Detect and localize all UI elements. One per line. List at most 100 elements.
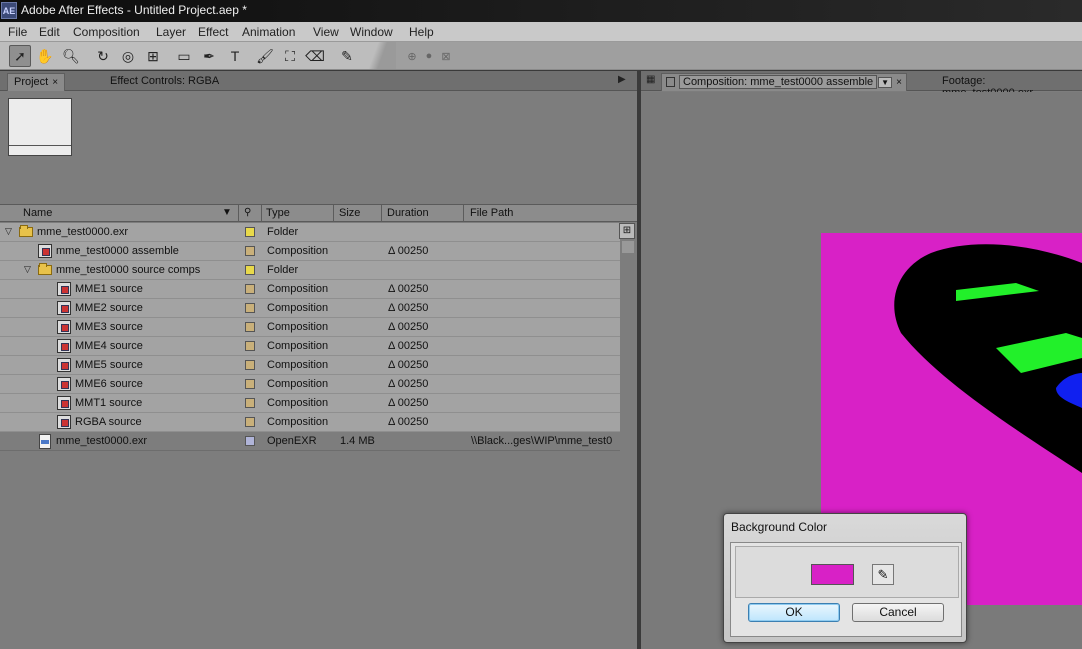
- table-row[interactable]: MME5 source Composition Δ 00250: [0, 356, 620, 375]
- type-tool-icon[interactable]: T: [224, 45, 246, 67]
- project-panel: Project × Effect Controls: RGBA ▶ Name ▼ …: [0, 71, 637, 649]
- item-duration: Δ 00250: [388, 340, 429, 352]
- item-name: MME3 source: [75, 321, 143, 333]
- puppet-pin-tool-icon[interactable]: ✎: [336, 45, 358, 67]
- project-table-header: Name ▼ ⚲ Type Size Duration File Path: [0, 204, 637, 222]
- lock-icon[interactable]: [666, 77, 675, 88]
- label-color-swatch[interactable]: [245, 436, 255, 446]
- table-row[interactable]: ▽ mme_test0000.exr Folder: [0, 223, 620, 242]
- eyedropper-icon[interactable]: ✎: [872, 564, 894, 585]
- menu-help[interactable]: Help: [409, 25, 434, 39]
- menu-effect[interactable]: Effect: [198, 25, 228, 39]
- cancel-button[interactable]: Cancel: [852, 603, 944, 622]
- expand-triangle-icon[interactable]: ▽: [5, 226, 12, 237]
- label-color-swatch[interactable]: [245, 398, 255, 408]
- grip-icon[interactable]: ▦: [646, 74, 655, 85]
- col-file-path[interactable]: File Path: [470, 207, 513, 219]
- tab-effect-controls[interactable]: Effect Controls: RGBA: [104, 73, 225, 91]
- table-row[interactable]: MME2 source Composition Δ 00250: [0, 299, 620, 318]
- item-type: Folder: [267, 226, 299, 238]
- label-color-swatch[interactable]: [245, 322, 255, 332]
- ok-button[interactable]: OK: [748, 603, 840, 622]
- item-name: MME1 source: [75, 283, 143, 295]
- selection-tool-icon[interactable]: ➚: [9, 45, 31, 67]
- col-type[interactable]: Type: [266, 207, 290, 219]
- exr-file-icon: [39, 434, 51, 449]
- composition-icon: [57, 320, 71, 334]
- label-color-swatch[interactable]: [245, 284, 255, 294]
- menu-file[interactable]: File: [8, 25, 27, 39]
- table-row[interactable]: RGBA source Composition Δ 00250: [0, 413, 620, 432]
- table-row[interactable]: mme_test0000.exr OpenEXR 1.4 MB \\Black.…: [0, 432, 620, 451]
- project-tab-bar: Project × Effect Controls: RGBA ▶: [0, 71, 637, 91]
- pen-tool-icon[interactable]: ✒: [198, 45, 220, 67]
- composition-icon: [57, 396, 71, 410]
- axis-mode-view-icon[interactable]: ⊠: [435, 45, 457, 67]
- composition-icon: [57, 377, 71, 391]
- zoom-tool-icon[interactable]: 🔍︎: [60, 45, 82, 67]
- tab-project[interactable]: Project ×: [7, 73, 66, 91]
- col-duration[interactable]: Duration: [387, 207, 429, 219]
- menu-composition[interactable]: Composition: [73, 25, 140, 39]
- rectangle-tool-icon[interactable]: ▭: [173, 45, 195, 67]
- label-color-swatch[interactable]: [245, 227, 255, 237]
- color-swatch[interactable]: [811, 564, 854, 585]
- item-name: mme_test0000.exr: [56, 435, 148, 447]
- item-duration: Δ 00250: [388, 321, 429, 333]
- label-color-swatch[interactable]: [245, 417, 255, 427]
- menu-layer[interactable]: Layer: [156, 25, 186, 39]
- close-icon[interactable]: ×: [52, 77, 58, 88]
- item-type: Composition: [267, 378, 329, 390]
- pan-behind-tool-icon[interactable]: ⊞: [142, 45, 164, 67]
- panel-menu-icon[interactable]: ▶: [618, 74, 626, 85]
- tab-composition-label: Composition: mme_test0000 assemble: [679, 75, 878, 89]
- label-color-swatch[interactable]: [245, 246, 255, 256]
- menu-view[interactable]: View: [313, 25, 339, 39]
- flowchart-icon[interactable]: ⊞: [619, 223, 635, 239]
- menu-edit[interactable]: Edit: [39, 25, 60, 39]
- table-row[interactable]: mme_test0000 assemble Composition Δ 0025…: [0, 242, 620, 261]
- item-type: Composition: [267, 302, 329, 314]
- item-duration: Δ 00250: [388, 378, 429, 390]
- menu-window[interactable]: Window: [350, 25, 393, 39]
- tab-composition[interactable]: Composition: mme_test0000 assemble ▼ ×: [661, 73, 907, 91]
- sort-chevron-down-icon[interactable]: ▼: [222, 207, 232, 218]
- label-color-swatch[interactable]: [245, 379, 255, 389]
- chevron-down-icon[interactable]: ▼: [878, 77, 893, 88]
- clone-stamp-tool-icon[interactable]: ⛶: [279, 45, 301, 67]
- expand-triangle-icon[interactable]: ▽: [24, 264, 31, 275]
- menu-animation[interactable]: Animation: [242, 25, 295, 39]
- item-name: mme_test0000.exr: [37, 226, 129, 238]
- hand-tool-icon[interactable]: ✋: [34, 45, 56, 67]
- table-row[interactable]: MME6 source Composition Δ 00250: [0, 375, 620, 394]
- col-size[interactable]: Size: [339, 207, 360, 219]
- item-type: Composition: [267, 359, 329, 371]
- label-color-swatch[interactable]: [245, 265, 255, 275]
- label-color-swatch[interactable]: [245, 360, 255, 370]
- col-name[interactable]: Name: [23, 207, 52, 219]
- table-row[interactable]: MME1 source Composition Δ 00250: [0, 280, 620, 299]
- camera-orbit-icon[interactable]: ◎: [117, 45, 139, 67]
- label-color-swatch[interactable]: [245, 303, 255, 313]
- folder-icon: [19, 225, 33, 237]
- rotate-tool-icon[interactable]: ↻: [92, 45, 114, 67]
- vertical-scrollbar[interactable]: [620, 239, 636, 649]
- label-color-swatch[interactable]: [245, 341, 255, 351]
- item-duration: Δ 00250: [388, 302, 429, 314]
- item-name: RGBA source: [75, 416, 142, 428]
- composition-icon: [38, 244, 52, 258]
- table-row[interactable]: MMT1 source Composition Δ 00250: [0, 394, 620, 413]
- title-bar: AE Adobe After Effects - Untitled Projec…: [0, 0, 1082, 22]
- eraser-tool-icon[interactable]: ⌫: [304, 45, 326, 67]
- dialog-body: ✎ OK Cancel: [730, 542, 962, 637]
- close-icon[interactable]: ×: [896, 77, 902, 88]
- table-row[interactable]: ▽ mme_test0000 source comps Folder: [0, 261, 620, 280]
- item-duration: Δ 00250: [388, 283, 429, 295]
- item-file-path: \\Black...ges\WIP\mme_test0: [471, 435, 613, 447]
- table-row[interactable]: MME4 source Composition Δ 00250: [0, 337, 620, 356]
- brush-tool-icon[interactable]: 🖌︎: [254, 45, 276, 67]
- item-name: mme_test0000 assemble: [56, 245, 179, 257]
- label-column-icon[interactable]: ⚲: [244, 207, 251, 218]
- table-row[interactable]: MME3 source Composition Δ 00250: [0, 318, 620, 337]
- tab-footage[interactable]: Footage: mme_test0000.exr: [936, 73, 1082, 99]
